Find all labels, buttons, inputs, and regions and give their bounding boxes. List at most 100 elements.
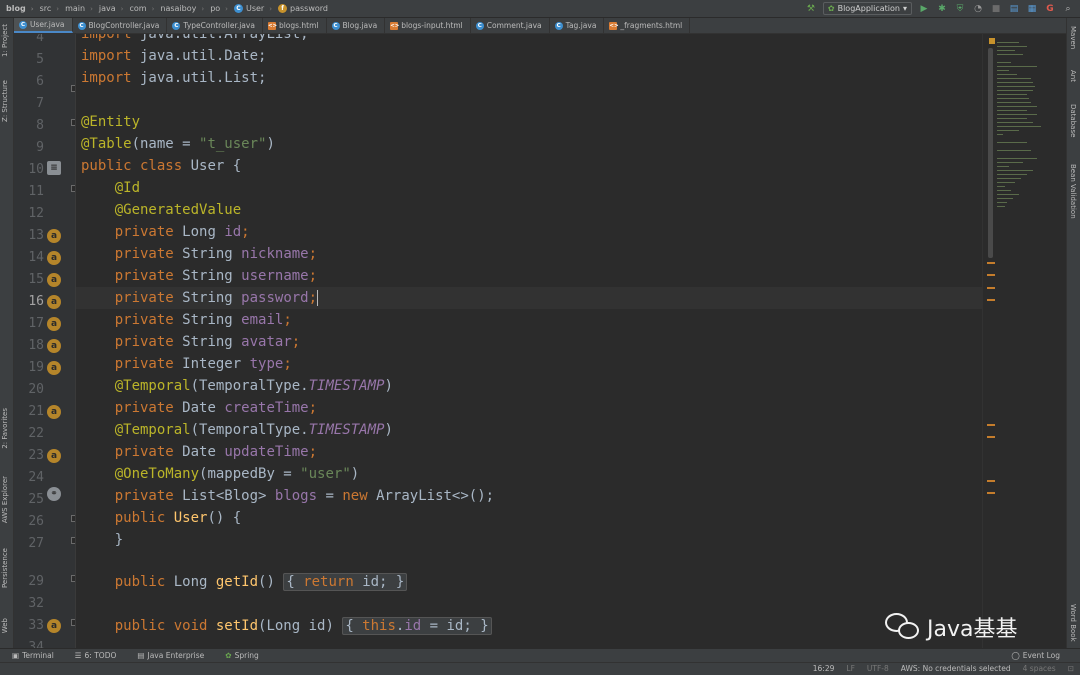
debug-icon[interactable]: ✱ [936, 3, 948, 15]
tab-comment-java[interactable]: C Comment.java [471, 18, 550, 33]
tool-todo[interactable]: ☰ 6: TODO [63, 651, 126, 660]
tab-label: Comment.java [486, 21, 542, 30]
line-number: 24 [28, 470, 44, 485]
field-annotation-icon[interactable]: a [47, 273, 61, 287]
keyword: import [81, 34, 132, 42]
code-line-5: import java.util.Date; [81, 45, 266, 67]
tool-label: Java Enterprise [147, 651, 205, 660]
event-log-button[interactable]: ◯ Event Log [1011, 651, 1060, 660]
run-configuration-select[interactable]: ✿ BlogApplication ▾ [822, 2, 912, 15]
database-table-icon[interactable]: ≡ [47, 161, 61, 175]
tab-fragments-html[interactable]: <> _fragments.html [604, 18, 691, 33]
error-stripe-minimap[interactable] [982, 34, 1066, 648]
folded-block[interactable]: { this.id = id; } [342, 617, 492, 635]
warning-marker[interactable] [987, 299, 995, 301]
tab-label: blogs-input.html [401, 21, 463, 30]
field-annotation-icon[interactable]: a [47, 295, 61, 309]
profile-icon[interactable]: ◔ [972, 3, 984, 15]
tool-web[interactable]: Web [1, 618, 9, 633]
tool-project[interactable]: 1: Project [1, 24, 9, 57]
warning-marker[interactable] [987, 480, 995, 482]
tab-blogcontroller-java[interactable]: C BlogController.java [73, 18, 168, 33]
build-hammer-icon[interactable]: ⚒ [805, 3, 817, 15]
method-name: getId [215, 574, 259, 590]
keyword: return [303, 574, 354, 590]
tool-spring[interactable]: ✿ Spring [213, 651, 268, 660]
breadcrumb-java[interactable]: java › [93, 4, 124, 13]
tab-blog-java[interactable]: C Blog.java [327, 18, 386, 33]
breadcrumb-class[interactable]: C User › [228, 4, 272, 13]
code-text: (TemporalType. [190, 378, 309, 394]
tool-persistence[interactable]: Persistence [1, 548, 9, 588]
tab-blogs-input-html[interactable]: <> blogs-input.html [385, 18, 471, 33]
warning-marker[interactable] [987, 274, 995, 276]
tool-ant[interactable]: Ant [1069, 70, 1077, 82]
sdk-icon[interactable]: ▦ [1026, 3, 1038, 15]
tab-tag-java[interactable]: C Tag.java [550, 18, 605, 33]
annotation: @GeneratedValue [114, 202, 242, 218]
tool-terminal[interactable]: ▣ Terminal [0, 651, 63, 660]
file-encoding[interactable]: UTF-8 [867, 664, 889, 673]
tool-favorites[interactable]: 2: Favorites [1, 408, 9, 449]
breadcrumb-main[interactable]: main › [59, 4, 93, 13]
breadcrumb-nasaiboy[interactable]: nasaiboy › [154, 4, 204, 13]
google-icon[interactable]: G [1044, 3, 1056, 15]
field-annotation-icon[interactable]: a [47, 251, 61, 265]
tab-typecontroller-java[interactable]: C TypeController.java [167, 18, 263, 33]
run-icon[interactable]: ▶ [918, 3, 930, 15]
project-structure-icon[interactable]: ▤ [1008, 3, 1020, 15]
indent-setting[interactable]: 4 spaces [1023, 664, 1056, 673]
code-text: Long [165, 574, 216, 590]
warning-marker[interactable] [987, 436, 995, 438]
folded-block[interactable]: { return id; } [283, 573, 408, 591]
tool-database[interactable]: Database [1069, 104, 1077, 137]
line-number: 32 [28, 596, 44, 611]
keyword: this [362, 618, 396, 634]
tool-maven[interactable]: Maven [1069, 26, 1077, 49]
warning-marker[interactable] [987, 424, 995, 426]
lock-icon[interactable]: ⊡ [1068, 664, 1074, 673]
breadcrumb-com[interactable]: com › [123, 4, 154, 13]
warning-marker[interactable] [987, 492, 995, 494]
coverage-icon[interactable]: ⛨ [954, 3, 966, 15]
scrollbar-thumb[interactable] [988, 48, 993, 258]
breadcrumb-project[interactable]: blog › [0, 4, 34, 13]
code-text: String [173, 246, 242, 262]
inspection-status-icon[interactable] [989, 38, 995, 44]
breadcrumb-po[interactable]: po › [204, 4, 228, 13]
field-annotation-icon[interactable]: a [47, 405, 61, 419]
field-annotation-icon[interactable]: a [47, 619, 61, 633]
aws-credentials-status[interactable]: AWS: No credentials selected [901, 664, 1011, 673]
tool-aws-explorer[interactable]: AWS Explorer [1, 476, 9, 523]
minimap-line [997, 134, 1003, 135]
minimap-line [997, 170, 1033, 171]
code-editor[interactable]: import java.util.ArrayList; import java.… [76, 34, 982, 648]
caret-position[interactable]: 16:29 [813, 664, 835, 673]
field-annotation-icon[interactable]: a [47, 229, 61, 243]
annotation: @Temporal [114, 378, 191, 394]
relationship-link-icon[interactable]: ⚭ [47, 487, 61, 501]
breadcrumb-field[interactable]: f password [272, 4, 328, 13]
status-bar: 16:29 LF UTF-8 AWS: No credentials selec… [0, 662, 1080, 675]
tool-word-book[interactable]: Word Book [1069, 604, 1077, 642]
breadcrumb-src[interactable]: src › [34, 4, 60, 13]
line-number: 27 [28, 536, 44, 551]
warning-marker[interactable] [987, 262, 995, 264]
code-line-24: @OneToMany(mappedBy = "user") [81, 463, 359, 485]
tool-bean-validation[interactable]: Bean Validation [1069, 164, 1077, 219]
code-text: Integer [173, 356, 250, 372]
search-icon[interactable]: ⌕ [1062, 3, 1074, 15]
field-annotation-icon[interactable]: a [47, 361, 61, 375]
line-separator[interactable]: LF [846, 664, 855, 673]
left-tool-strip: 1: Project Z: Structure 2: Favorites AWS… [0, 18, 14, 648]
tab-blogs-html[interactable]: <> blogs.html [263, 18, 327, 33]
stop-icon[interactable]: ■ [990, 3, 1002, 15]
code-line-21: private Date createTime; [81, 397, 317, 419]
field-annotation-icon[interactable]: a [47, 317, 61, 331]
tool-java-enterprise[interactable]: ▤ Java Enterprise [125, 651, 213, 660]
tab-user-java[interactable]: C User.java [14, 18, 73, 33]
field-annotation-icon[interactable]: a [47, 449, 61, 463]
tool-structure[interactable]: Z: Structure [1, 80, 9, 122]
warning-marker[interactable] [987, 287, 995, 289]
field-annotation-icon[interactable]: a [47, 339, 61, 353]
